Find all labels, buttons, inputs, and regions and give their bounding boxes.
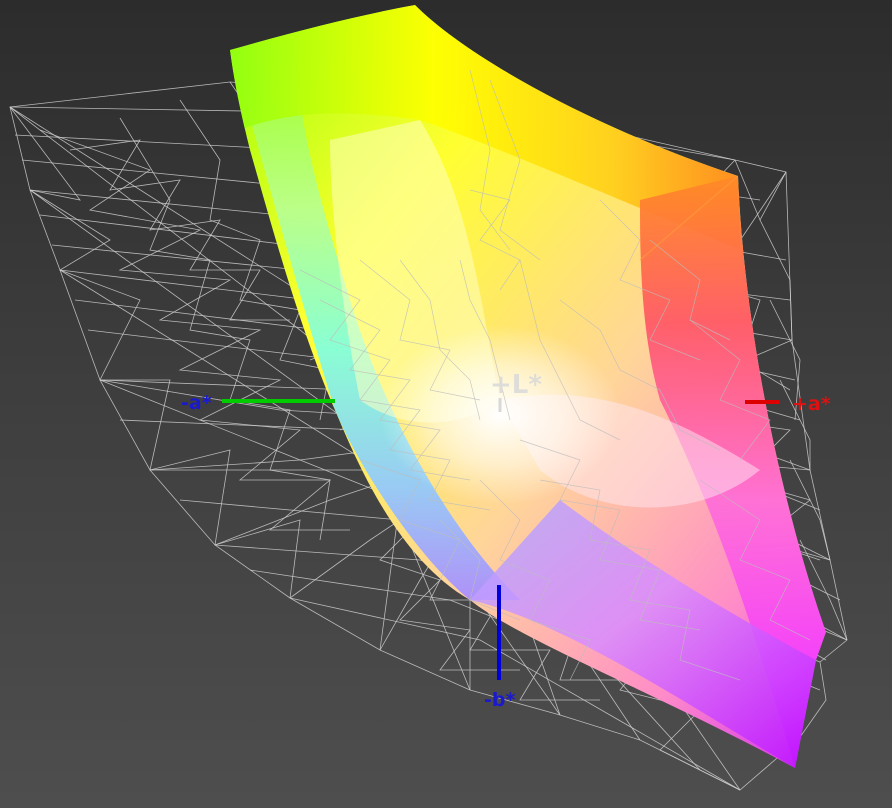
gamut-viewer[interactable]: -a* +a* -b* +L* [0, 0, 892, 808]
axis-label-plus-a: +a* [792, 393, 831, 415]
axis-label-minus-b: -b* [484, 689, 515, 711]
axis-label-minus-a: -a* [181, 392, 212, 414]
gamut-3d-view[interactable]: -a* +a* -b* +L* [0, 0, 892, 808]
axis-label-plus-l: +L* [490, 370, 542, 400]
